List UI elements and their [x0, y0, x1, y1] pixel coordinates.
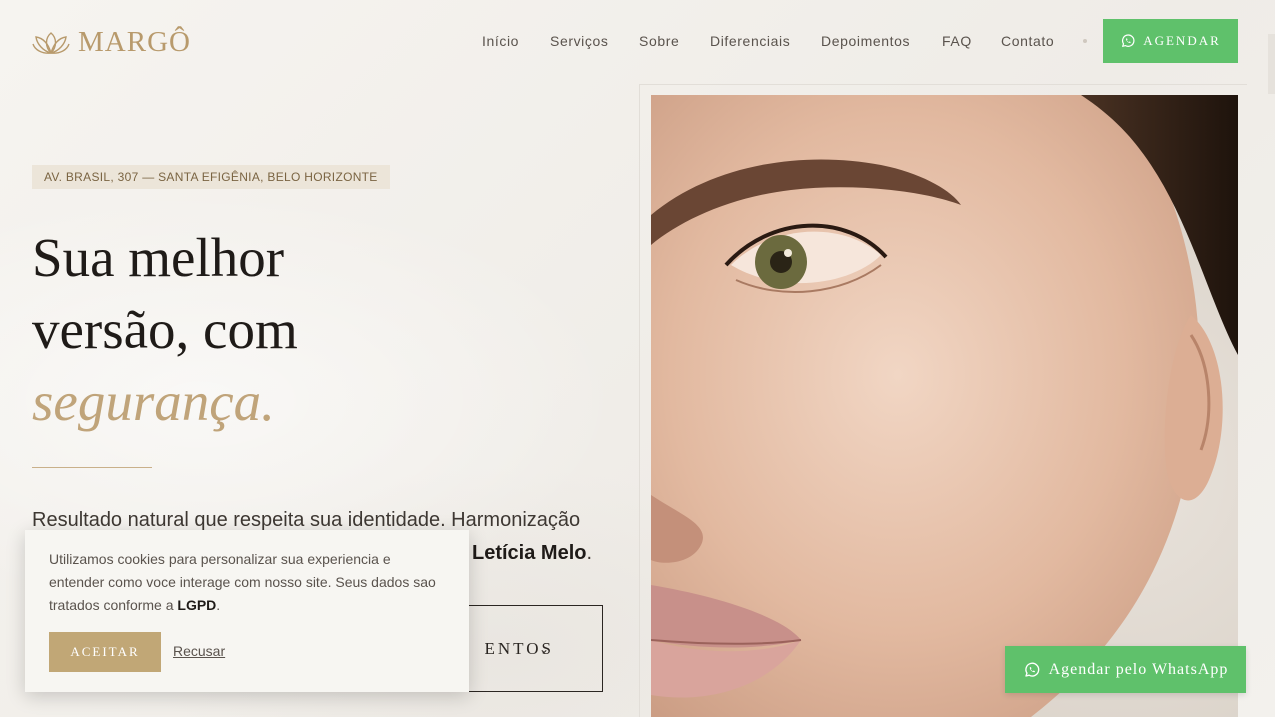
whatsapp-float-label: Agendar pelo WhatsApp: [1048, 660, 1229, 678]
headline-line-1: Sua melhor: [32, 227, 285, 288]
scrollbar[interactable]: [1268, 34, 1275, 94]
nav-item-inicio[interactable]: Início: [482, 33, 519, 49]
chevron-down-icon: ⌄: [538, 642, 552, 656]
nav-separator-dot: [1083, 39, 1087, 43]
site-header: MARGÔ Início Serviços Sobre Diferenciais…: [0, 0, 1275, 94]
nav-item-servicos[interactable]: Serviços: [550, 33, 608, 49]
decline-cookies-link[interactable]: Recusar: [173, 643, 225, 659]
brand-name: MARGÔ: [78, 26, 191, 58]
lgpd-label: LGPD: [177, 597, 217, 613]
hero-description-text: Resultado natural que respeita sua ident…: [32, 509, 581, 531]
agendar-button[interactable]: AGENDAR: [1103, 19, 1238, 63]
cookie-banner: Utilizamos cookies para personalizar sua…: [25, 530, 469, 692]
brand-logo[interactable]: MARGÔ: [32, 26, 191, 59]
whatsapp-icon: [1122, 34, 1135, 47]
headline-accent: segurança.: [32, 371, 275, 432]
nav-item-diferenciais[interactable]: Diferenciais: [710, 33, 790, 49]
cookie-text-end: .: [216, 597, 221, 613]
whatsapp-float-button[interactable]: Agendar pelo WhatsApp: [1005, 646, 1246, 693]
accept-cookies-button[interactable]: ACEITAR: [49, 632, 161, 672]
gold-divider: [32, 467, 152, 468]
nav-item-faq[interactable]: FAQ: [942, 33, 972, 49]
nav-item-sobre[interactable]: Sobre: [639, 33, 679, 49]
whatsapp-icon: [1024, 662, 1039, 677]
address-badge: AV. BRASIL, 307 — SANTA EFIGÊNIA, BELO H…: [32, 165, 390, 189]
nav-item-contato[interactable]: Contato: [1001, 33, 1054, 49]
cookie-message: Utilizamos cookies para personalizar sua…: [49, 548, 449, 617]
specialist-name: Letícia Melo: [472, 542, 587, 564]
face-illustration: [651, 95, 1238, 717]
hero-headline: Sua melhor versão, com segurança.: [32, 222, 592, 438]
lotus-logo-icon: [32, 31, 70, 54]
agendar-label: AGENDAR: [1143, 33, 1221, 48]
headline-line-2: versão, com: [32, 299, 298, 360]
cookie-text: Utilizamos cookies para personalizar sua…: [49, 551, 436, 613]
nav-item-depoimentos[interactable]: Depoimentos: [821, 33, 910, 49]
hero-face-photo: [651, 95, 1238, 717]
